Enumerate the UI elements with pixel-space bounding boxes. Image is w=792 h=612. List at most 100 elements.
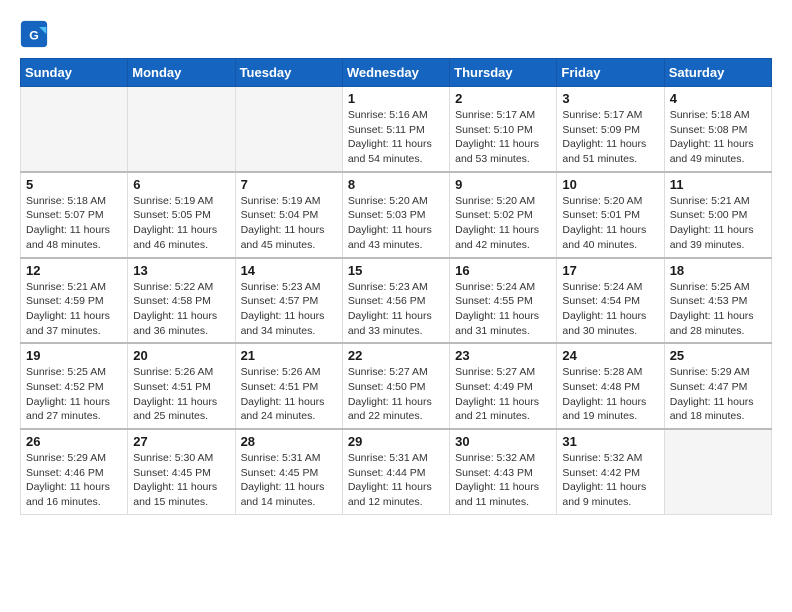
weekday-header-wednesday: Wednesday xyxy=(342,59,449,87)
day-number: 6 xyxy=(133,177,229,192)
calendar-week-row: 1Sunrise: 5:16 AMSunset: 5:11 PMDaylight… xyxy=(21,87,772,172)
calendar-cell: 28 Sunrise: 5:31 AMSunset: 4:45 PMDayligh… xyxy=(235,429,342,514)
day-info: Sunrise: 5:17 AMSunset: 5:09 PMDaylight:… xyxy=(562,108,658,167)
day-number: 21 xyxy=(241,348,337,363)
day-info: Sunrise: 5:31 AMSunset: 4:44 PMDaylight:… xyxy=(348,451,444,510)
day-info: Sunrise: 5:21 AMSunset: 5:00 PMDaylight:… xyxy=(670,194,766,253)
weekday-header-tuesday: Tuesday xyxy=(235,59,342,87)
day-info: Sunrise: 5:30 AMSunset: 4:45 PMDaylight:… xyxy=(133,451,229,510)
page-header: G xyxy=(20,20,772,48)
day-number: 16 xyxy=(455,263,551,278)
day-number: 2 xyxy=(455,91,551,106)
calendar-cell xyxy=(21,87,128,172)
day-info: Sunrise: 5:23 AMSunset: 4:56 PMDaylight:… xyxy=(348,280,444,339)
day-number: 9 xyxy=(455,177,551,192)
day-number: 27 xyxy=(133,434,229,449)
day-number: 30 xyxy=(455,434,551,449)
calendar-cell: 11 Sunrise: 5:21 AMSunset: 5:00 PMDayligh… xyxy=(664,172,771,258)
day-number: 12 xyxy=(26,263,122,278)
calendar-cell: 7Sunrise: 5:19 AMSunset: 5:04 PMDaylight… xyxy=(235,172,342,258)
day-number: 25 xyxy=(670,348,766,363)
calendar-cell: 6 Sunrise: 5:19 AMSunset: 5:05 PMDaylight… xyxy=(128,172,235,258)
calendar-cell: 2 Sunrise: 5:17 AMSunset: 5:10 PMDaylight… xyxy=(450,87,557,172)
svg-text:G: G xyxy=(29,28,39,42)
day-info: Sunrise: 5:23 AMSunset: 4:57 PMDaylight:… xyxy=(241,280,337,339)
calendar-cell: 5 Sunrise: 5:18 AMSunset: 5:07 PMDaylight… xyxy=(21,172,128,258)
day-number: 3 xyxy=(562,91,658,106)
day-info: Sunrise: 5:25 AMSunset: 4:53 PMDaylight:… xyxy=(670,280,766,339)
day-info: Sunrise: 5:18 AMSunset: 5:08 PMDaylight:… xyxy=(670,108,766,167)
day-info: Sunrise: 5:19 AMSunset: 5:04 PMDaylight:… xyxy=(241,194,337,253)
day-number: 28 xyxy=(241,434,337,449)
day-number: 20 xyxy=(133,348,229,363)
calendar-cell: 17 Sunrise: 5:24 AMSunset: 4:54 PMDayligh… xyxy=(557,258,664,344)
weekday-header-friday: Friday xyxy=(557,59,664,87)
weekday-header-monday: Monday xyxy=(128,59,235,87)
day-number: 11 xyxy=(670,177,766,192)
day-info: Sunrise: 5:25 AMSunset: 4:52 PMDaylight:… xyxy=(26,365,122,424)
calendar-cell: 27 Sunrise: 5:30 AMSunset: 4:45 PMDayligh… xyxy=(128,429,235,514)
calendar-cell: 26Sunrise: 5:29 AMSunset: 4:46 PMDayligh… xyxy=(21,429,128,514)
day-number: 5 xyxy=(26,177,122,192)
day-info: Sunrise: 5:27 AMSunset: 4:50 PMDaylight:… xyxy=(348,365,444,424)
day-info: Sunrise: 5:26 AMSunset: 4:51 PMDaylight:… xyxy=(241,365,337,424)
day-info: Sunrise: 5:29 AMSunset: 4:47 PMDaylight:… xyxy=(670,365,766,424)
calendar-cell: 24 Sunrise: 5:28 AMSunset: 4:48 PMDayligh… xyxy=(557,343,664,429)
calendar-cell: 31 Sunrise: 5:32 AMSunset: 4:42 PMDayligh… xyxy=(557,429,664,514)
calendar-cell: 29 Sunrise: 5:31 AMSunset: 4:44 PMDayligh… xyxy=(342,429,449,514)
day-number: 15 xyxy=(348,263,444,278)
calendar-cell: 4Sunrise: 5:18 AMSunset: 5:08 PMDaylight… xyxy=(664,87,771,172)
day-info: Sunrise: 5:20 AMSunset: 5:01 PMDaylight:… xyxy=(562,194,658,253)
calendar-cell xyxy=(235,87,342,172)
weekday-header-sunday: Sunday xyxy=(21,59,128,87)
day-info: Sunrise: 5:27 AMSunset: 4:49 PMDaylight:… xyxy=(455,365,551,424)
day-number: 18 xyxy=(670,263,766,278)
calendar-cell: 3 Sunrise: 5:17 AMSunset: 5:09 PMDaylight… xyxy=(557,87,664,172)
day-info: Sunrise: 5:17 AMSunset: 5:10 PMDaylight:… xyxy=(455,108,551,167)
day-info: Sunrise: 5:19 AMSunset: 5:05 PMDaylight:… xyxy=(133,194,229,253)
day-number: 31 xyxy=(562,434,658,449)
day-info: Sunrise: 5:24 AMSunset: 4:54 PMDaylight:… xyxy=(562,280,658,339)
weekday-header-thursday: Thursday xyxy=(450,59,557,87)
day-number: 23 xyxy=(455,348,551,363)
calendar-cell: 10 Sunrise: 5:20 AMSunset: 5:01 PMDayligh… xyxy=(557,172,664,258)
calendar-cell xyxy=(128,87,235,172)
day-number: 29 xyxy=(348,434,444,449)
day-number: 19 xyxy=(26,348,122,363)
day-number: 1 xyxy=(348,91,444,106)
day-info: Sunrise: 5:31 AMSunset: 4:45 PMDaylight:… xyxy=(241,451,337,510)
calendar-week-row: 19 Sunrise: 5:25 AMSunset: 4:52 PMDayligh… xyxy=(21,343,772,429)
calendar-cell: 23 Sunrise: 5:27 AMSunset: 4:49 PMDayligh… xyxy=(450,343,557,429)
calendar-cell: 8Sunrise: 5:20 AMSunset: 5:03 PMDaylight… xyxy=(342,172,449,258)
calendar-cell xyxy=(664,429,771,514)
day-number: 10 xyxy=(562,177,658,192)
calendar-cell: 14Sunrise: 5:23 AMSunset: 4:57 PMDayligh… xyxy=(235,258,342,344)
day-info: Sunrise: 5:32 AMSunset: 4:43 PMDaylight:… xyxy=(455,451,551,510)
calendar-cell: 18 Sunrise: 5:25 AMSunset: 4:53 PMDayligh… xyxy=(664,258,771,344)
day-info: Sunrise: 5:24 AMSunset: 4:55 PMDaylight:… xyxy=(455,280,551,339)
logo: G xyxy=(20,20,52,48)
day-number: 17 xyxy=(562,263,658,278)
day-number: 13 xyxy=(133,263,229,278)
calendar-week-row: 26Sunrise: 5:29 AMSunset: 4:46 PMDayligh… xyxy=(21,429,772,514)
calendar-cell: 13 Sunrise: 5:22 AMSunset: 4:58 PMDayligh… xyxy=(128,258,235,344)
day-number: 24 xyxy=(562,348,658,363)
day-info: Sunrise: 5:22 AMSunset: 4:58 PMDaylight:… xyxy=(133,280,229,339)
day-info: Sunrise: 5:20 AMSunset: 5:02 PMDaylight:… xyxy=(455,194,551,253)
calendar-cell: 30 Sunrise: 5:32 AMSunset: 4:43 PMDayligh… xyxy=(450,429,557,514)
day-info: Sunrise: 5:26 AMSunset: 4:51 PMDaylight:… xyxy=(133,365,229,424)
calendar-table: SundayMondayTuesdayWednesdayThursdayFrid… xyxy=(20,58,772,515)
day-number: 26 xyxy=(26,434,122,449)
day-info: Sunrise: 5:28 AMSunset: 4:48 PMDaylight:… xyxy=(562,365,658,424)
calendar-week-row: 12 Sunrise: 5:21 AMSunset: 4:59 PMDayligh… xyxy=(21,258,772,344)
day-info: Sunrise: 5:21 AMSunset: 4:59 PMDaylight:… xyxy=(26,280,122,339)
calendar-cell: 9 Sunrise: 5:20 AMSunset: 5:02 PMDaylight… xyxy=(450,172,557,258)
day-info: Sunrise: 5:18 AMSunset: 5:07 PMDaylight:… xyxy=(26,194,122,253)
calendar-cell: 21 Sunrise: 5:26 AMSunset: 4:51 PMDayligh… xyxy=(235,343,342,429)
day-info: Sunrise: 5:32 AMSunset: 4:42 PMDaylight:… xyxy=(562,451,658,510)
calendar-cell: 1Sunrise: 5:16 AMSunset: 5:11 PMDaylight… xyxy=(342,87,449,172)
calendar-cell: 15 Sunrise: 5:23 AMSunset: 4:56 PMDayligh… xyxy=(342,258,449,344)
weekday-header-row: SundayMondayTuesdayWednesdayThursdayFrid… xyxy=(21,59,772,87)
calendar-cell: 25 Sunrise: 5:29 AMSunset: 4:47 PMDayligh… xyxy=(664,343,771,429)
calendar-cell: 20 Sunrise: 5:26 AMSunset: 4:51 PMDayligh… xyxy=(128,343,235,429)
